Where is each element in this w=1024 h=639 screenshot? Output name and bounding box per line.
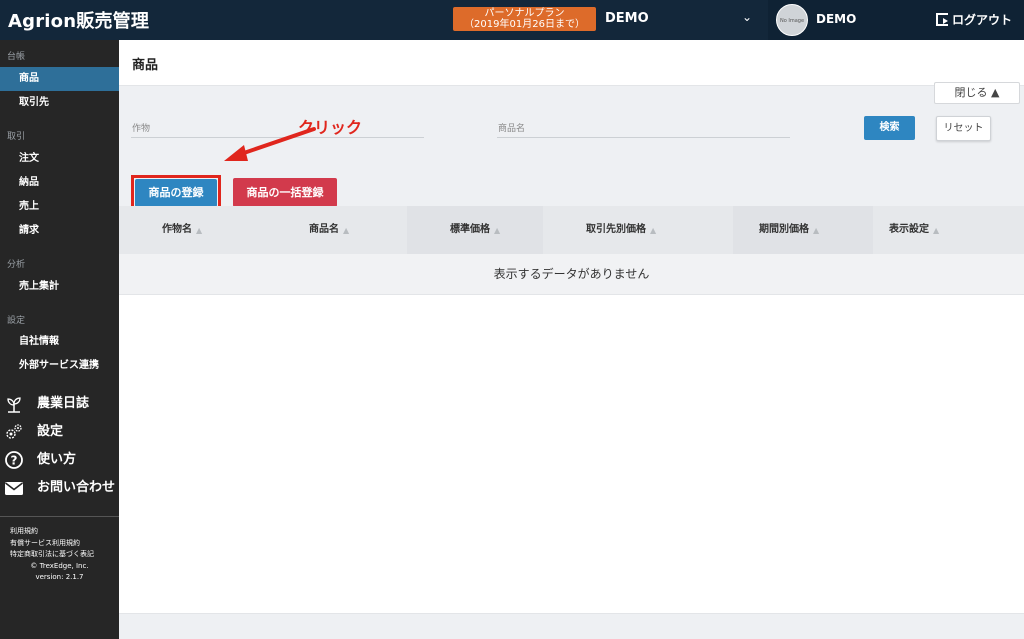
plan-name: パーソナルプラン [484,8,565,19]
logout-icon [936,13,948,26]
commerce-law-link[interactable]: 特定商取引法に基づく表記 [0,549,119,561]
plan-expiry: （2019年01月26日まで） [464,19,585,30]
user-name[interactable]: DEMO [816,12,856,26]
logout-button[interactable]: ログアウト [936,11,1012,28]
main-content: 商品 閉じる ▲ 作物 商品名 検索 リセット クリック 商品の登録 商品の一括… [119,40,1024,639]
click-annotation: クリック [298,118,363,137]
sidebar-item-settings[interactable]: 設定 [0,419,119,445]
empty-table-message: 表示するデータがありません [119,254,1024,295]
reset-button[interactable]: リセット [936,116,991,141]
register-product-button[interactable]: 商品の登録 [135,179,217,207]
sort-icon: ▲︎ [343,226,350,235]
sidebar-item-label: 農業日誌 [37,396,90,411]
logout-label: ログアウト [952,13,1013,27]
column-header-product[interactable]: 商品名 ▲︎ [309,206,349,254]
envelope-icon [5,482,23,495]
paid-terms-link[interactable]: 有償サービス利用規約 [0,538,119,550]
sort-icon: ▲︎ [813,226,820,235]
sort-icon: ▲︎ [196,226,203,235]
sidebar-section-analysis: 分析 [7,260,26,270]
sidebar-section-settings: 設定 [7,316,26,326]
column-header-crop[interactable]: 作物名 ▲︎ [162,206,202,254]
table-header: 作物名 ▲︎ 商品名 ▲︎ 標準価格 ▲︎ 取引先別価格 ▲︎ 期間別価格 ▲︎ 表示設定… [119,206,1024,254]
avatar[interactable]: No Image [776,4,808,36]
version: version: 2.1.7 [35,573,84,581]
product-name-field-label: 商品名 [498,124,526,134]
page-title: 商品 [132,58,159,73]
sidebar-item-external-services[interactable]: 外部サービス連携 [0,354,119,378]
account-selector-label[interactable]: DEMO [605,11,649,26]
user-menu: No Image DEMO ログアウト [768,0,1024,40]
crop-field-label: 作物 [132,124,151,134]
sidebar-item-label: 設定 [37,424,64,439]
sidebar-footer: 利用規約 有償サービス利用規約 特定商取引法に基づく表記 © TrexEdge,… [0,526,119,584]
chevron-down-icon[interactable]: ⌄ [742,10,752,24]
sidebar-item-label: お問い合わせ [37,480,116,495]
sidebar-item-label: 使い方 [37,452,77,467]
sidebar-item-contact[interactable]: お問い合わせ [0,475,119,501]
plan-badge[interactable]: パーソナルプラン （2019年01月26日まで） [453,7,596,31]
sprout-icon [7,397,21,413]
sidebar-item-clients[interactable]: 取引先 [0,91,119,115]
sidebar-item-billing[interactable]: 請求 [0,219,119,243]
sidebar-section-ledger: 台帳 [7,52,26,62]
gears-icon [6,424,22,439]
bulk-register-button[interactable]: 商品の一括登録 [233,178,337,207]
column-header-period-price[interactable]: 期間別価格 ▲︎ [759,206,819,254]
sidebar-item-farm-diary[interactable]: 農業日誌 [0,391,119,417]
product-list-area: クリック 商品の登録 商品の一括登録 作物名 ▲︎ 商品名 ▲︎ 標準価格 ▲︎ 取引… [119,118,1024,614]
question-circle-icon: ? [5,451,23,469]
sidebar: 台帳 商品 取引先 取引 注文 納品 売上 請求 分析 売上集計 設定 自社情報… [0,40,119,639]
title-bar: 商品 [119,40,1024,86]
svg-text:?: ? [11,454,18,468]
sidebar-item-company-info[interactable]: 自社情報 [0,330,119,354]
sidebar-item-help[interactable]: ? 使い方 [0,447,119,473]
search-button[interactable]: 検索 [864,116,915,140]
app-logo[interactable]: Agrion販売管理 [8,7,149,33]
sidebar-item-products[interactable]: 商品 [0,67,119,91]
sidebar-item-orders[interactable]: 注文 [0,147,119,171]
sidebar-item-sales[interactable]: 売上 [0,195,119,219]
terms-link[interactable]: 利用規約 [0,526,119,538]
column-header-client-price[interactable]: 取引先別価格 ▲︎ [586,206,656,254]
sort-icon: ▲︎ [494,226,501,235]
top-header: Agrion販売管理 パーソナルプラン （2019年01月26日まで） DEMO… [0,0,1024,40]
close-search-button[interactable]: 閉じる ▲ [934,82,1020,104]
sidebar-item-deliveries[interactable]: 納品 [0,171,119,195]
copyright: © TrexEdge, Inc. [30,561,89,570]
sidebar-item-sales-summary[interactable]: 売上集計 [0,275,119,299]
sidebar-section-transactions: 取引 [7,132,26,142]
sort-icon: ▲︎ [650,226,657,235]
sidebar-divider [0,516,119,517]
sort-icon: ▲︎ [933,226,940,235]
product-name-input[interactable] [497,137,790,138]
column-header-standard-price[interactable]: 標準価格 ▲︎ [450,206,500,254]
column-header-display-settings[interactable]: 表示設定 ▲︎ [889,206,939,254]
